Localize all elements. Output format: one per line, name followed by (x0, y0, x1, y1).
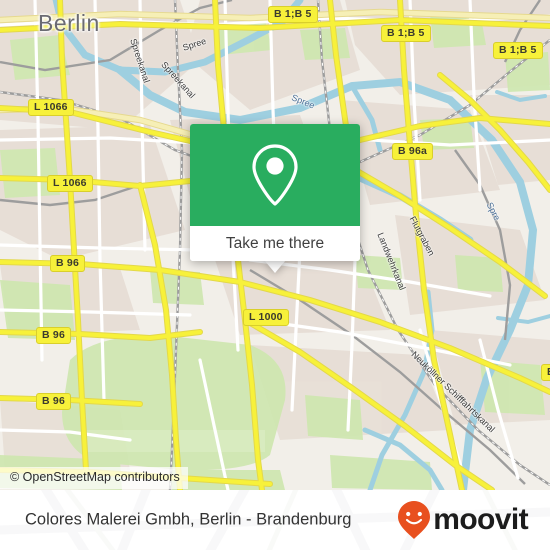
road-shield: L 1066 (47, 175, 93, 192)
popup-pin-area (190, 124, 360, 226)
road-shield: L 1066 (28, 99, 74, 116)
road-shield: B 96a (392, 143, 434, 160)
place-title: Colores Malerei Gmbh, Berlin - Brandenbu… (25, 510, 352, 529)
map-screenshot: Berlin Spreekanal Spree Spreekanal Spree Lan… (0, 0, 550, 550)
osm-attribution[interactable]: © OpenStreetMap contributors (0, 467, 188, 489)
road-shield: B 96 (36, 393, 71, 410)
moovit-wordmark: moovit (433, 503, 528, 536)
map-pin-icon (252, 144, 298, 206)
take-me-there-button[interactable]: Take me there (190, 226, 360, 261)
road-shield: B 1;B 5 (493, 42, 543, 59)
footer-bar: Colores Malerei Gmbh, Berlin - Brandenbu… (0, 490, 550, 550)
location-popup-card[interactable]: Take me there (190, 124, 360, 261)
road-shield: B 1;B 5 (268, 6, 318, 23)
road-shield: L 1000 (243, 309, 289, 326)
road-shield: B 96 (50, 255, 85, 272)
road-shield: B (541, 364, 550, 381)
moovit-smiley-pin-icon (398, 501, 431, 539)
moovit-logo[interactable]: moovit (397, 500, 529, 540)
map-viewport[interactable]: Berlin Spreekanal Spree Spreekanal Spree Lan… (0, 0, 550, 490)
road-shield: B 1;B 5 (381, 25, 431, 42)
road-shield: B 96 (36, 327, 71, 344)
